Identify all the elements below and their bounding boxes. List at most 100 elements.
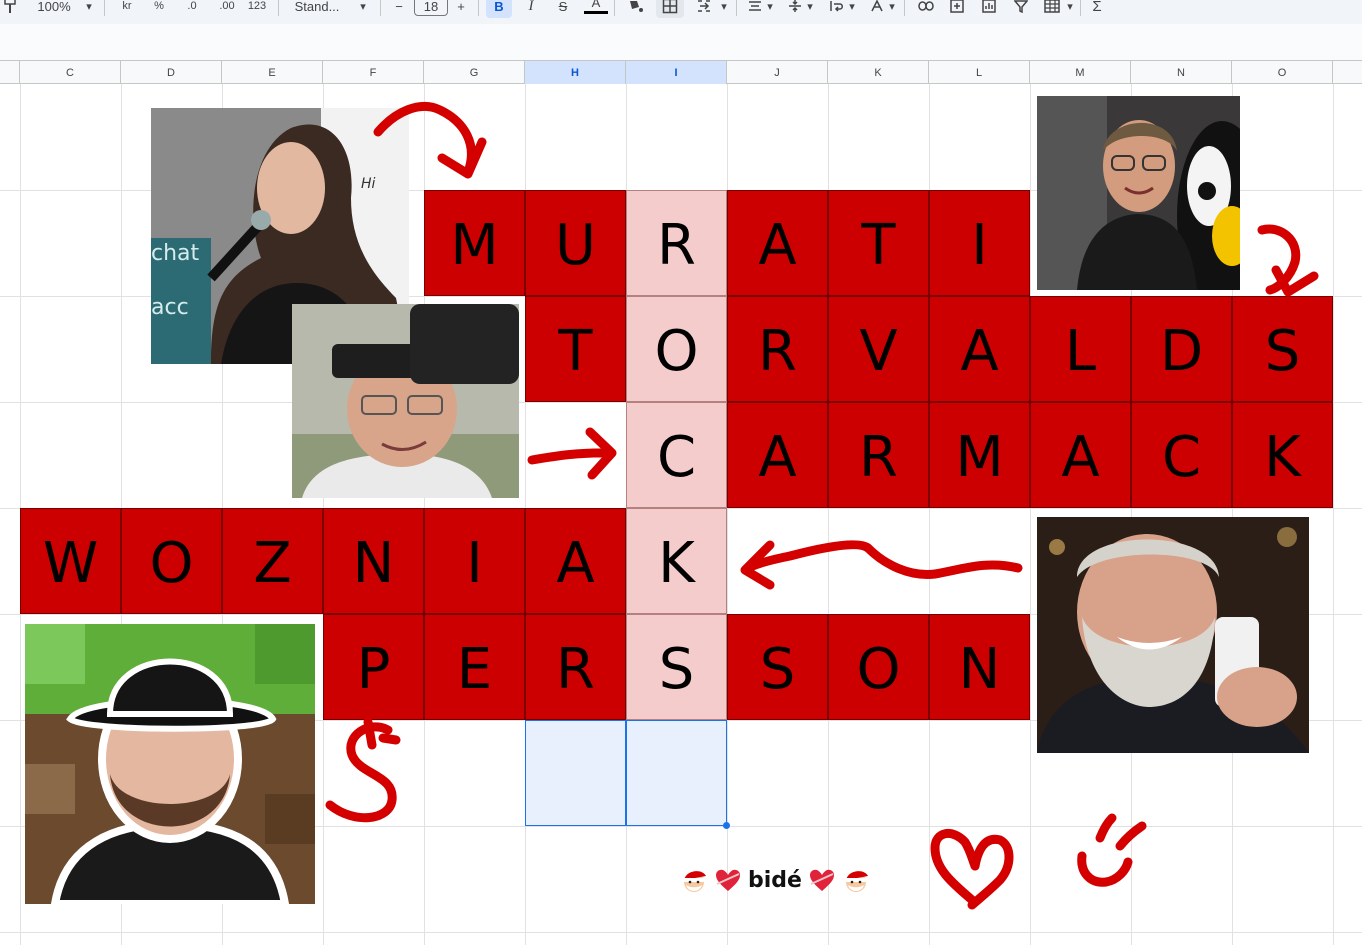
column-header-g[interactable]: G bbox=[424, 61, 525, 84]
column-header-h[interactable]: H bbox=[525, 61, 626, 84]
crossword-cell-wozniak-7[interactable]: K bbox=[626, 508, 727, 614]
insert-chart-icon[interactable] bbox=[978, 0, 1000, 18]
crossword-cell-torvalds-7[interactable]: D bbox=[1131, 296, 1232, 402]
crossword-cell-persson-5[interactable]: S bbox=[727, 614, 828, 720]
toolbar-divider bbox=[904, 0, 905, 16]
photo-overlay-text: chat bbox=[151, 241, 200, 266]
functions-button[interactable]: Σ bbox=[1086, 0, 1108, 18]
merge-cells-icon[interactable] bbox=[692, 0, 716, 18]
chevron-down-icon[interactable]: ▾ bbox=[718, 0, 730, 18]
filter-icon[interactable] bbox=[1010, 0, 1032, 18]
column-header-m[interactable]: M bbox=[1030, 61, 1131, 84]
column-header-j[interactable]: J bbox=[727, 61, 828, 84]
selected-cell[interactable] bbox=[525, 720, 626, 826]
column-header-l[interactable]: L bbox=[929, 61, 1030, 84]
italic-button[interactable]: I bbox=[520, 0, 542, 18]
crossword-cell-torvalds-1[interactable]: T bbox=[525, 296, 626, 402]
column-header-k[interactable]: K bbox=[828, 61, 929, 84]
fill-color-icon[interactable] bbox=[624, 0, 646, 18]
caption: bidé bbox=[680, 862, 870, 898]
crossword-cell-wozniak-3[interactable]: Z bbox=[222, 508, 323, 614]
crossword-cell-persson-2[interactable]: E bbox=[424, 614, 525, 720]
borders-icon[interactable] bbox=[656, 0, 684, 18]
column-header-d[interactable]: D bbox=[121, 61, 222, 84]
number-format-button[interactable]: 123 bbox=[244, 0, 270, 18]
crossword-cell-carmack-7[interactable]: K bbox=[1232, 402, 1333, 508]
crossword-cell-carmack-2[interactable]: A bbox=[727, 402, 828, 508]
chevron-down-icon[interactable]: ▾ bbox=[1064, 0, 1076, 18]
crossword-cell-wozniak-6[interactable]: A bbox=[525, 508, 626, 614]
crossword-cell-torvalds-4[interactable]: V bbox=[828, 296, 929, 402]
zoom-select[interactable]: 100% bbox=[34, 0, 74, 18]
photo-wozniak[interactable] bbox=[1037, 517, 1309, 753]
column-header-o[interactable]: O bbox=[1232, 61, 1333, 84]
text-wrap-icon[interactable] bbox=[826, 0, 848, 18]
percent-button[interactable]: % bbox=[148, 0, 170, 18]
align-vertical-icon[interactable] bbox=[784, 0, 806, 18]
crossword-cell-murati-6[interactable]: I bbox=[929, 190, 1030, 296]
text-rotation-icon[interactable] bbox=[866, 0, 888, 18]
chevron-down-icon[interactable]: ▾ bbox=[846, 0, 858, 18]
crossword-cell-persson-4[interactable]: S bbox=[626, 614, 727, 720]
crossword-cell-wozniak-1[interactable]: W bbox=[20, 508, 121, 614]
column-header-n[interactable]: N bbox=[1131, 61, 1232, 84]
currency-button[interactable]: kr bbox=[116, 0, 138, 18]
crossword-cell-persson-3[interactable]: R bbox=[525, 614, 626, 720]
crossword-cell-murati-4[interactable]: A bbox=[727, 190, 828, 296]
strikethrough-button[interactable]: S bbox=[552, 0, 574, 18]
crossword-cell-murati-1[interactable]: M bbox=[424, 190, 525, 296]
crossword-cell-wozniak-2[interactable]: O bbox=[121, 508, 222, 614]
chevron-down-icon[interactable]: ▾ bbox=[764, 0, 776, 18]
crossword-cell-torvalds-6[interactable]: L bbox=[1030, 296, 1131, 402]
column-header-b[interactable] bbox=[0, 61, 20, 84]
heart-icon bbox=[716, 869, 740, 891]
font-size-decrease-button[interactable]: − bbox=[390, 0, 408, 18]
crossword-cell-murati-3[interactable]: R bbox=[626, 190, 727, 296]
column-header-i[interactable]: I bbox=[626, 61, 727, 84]
crossword-cell-wozniak-5[interactable]: I bbox=[424, 508, 525, 614]
crossword-cell-persson-1[interactable]: P bbox=[323, 614, 424, 720]
heart-icon bbox=[809, 869, 834, 891]
column-header-f[interactable]: F bbox=[323, 61, 424, 84]
crossword-cell-carmack-4[interactable]: M bbox=[929, 402, 1030, 508]
chevron-down-icon[interactable]: ▾ bbox=[356, 0, 370, 18]
font-select[interactable]: Stand... bbox=[288, 0, 346, 18]
paint-format-icon[interactable] bbox=[2, 0, 20, 18]
crossword-cell-murati-5[interactable]: T bbox=[828, 190, 929, 296]
selected-cell[interactable] bbox=[626, 720, 727, 826]
decrease-decimals-button[interactable]: .0 bbox=[178, 0, 206, 18]
crossword-cell-murati-2[interactable]: U bbox=[525, 190, 626, 296]
insert-comment-icon[interactable] bbox=[946, 0, 968, 18]
crossword-cell-carmack-5[interactable]: A bbox=[1030, 402, 1131, 508]
photo-carmack[interactable] bbox=[292, 304, 519, 498]
crossword-cell-persson-6[interactable]: O bbox=[828, 614, 929, 720]
toolbar-divider bbox=[478, 0, 479, 16]
column-header-e[interactable]: E bbox=[222, 61, 323, 84]
crossword-cell-wozniak-4[interactable]: N bbox=[323, 508, 424, 614]
crossword-cell-torvalds-8[interactable]: S bbox=[1232, 296, 1333, 402]
toolbar-divider bbox=[380, 0, 381, 16]
chevron-down-icon[interactable]: ▾ bbox=[82, 0, 96, 18]
font-size-input[interactable]: 18 bbox=[414, 0, 448, 16]
fill-handle[interactable] bbox=[723, 822, 730, 829]
text-color-button[interactable]: A bbox=[584, 0, 608, 14]
crossword-cell-persson-7[interactable]: N bbox=[929, 614, 1030, 720]
column-headers: CDEFGHIJKLMNO bbox=[0, 60, 1362, 84]
bold-button[interactable]: B bbox=[486, 0, 512, 18]
column-header-c[interactable]: C bbox=[20, 61, 121, 84]
photo-torvalds[interactable] bbox=[1037, 96, 1240, 290]
crossword-cell-torvalds-5[interactable]: A bbox=[929, 296, 1030, 402]
chevron-down-icon[interactable]: ▾ bbox=[886, 0, 898, 18]
align-horizontal-icon[interactable] bbox=[744, 0, 766, 18]
crossword-cell-carmack-3[interactable]: R bbox=[828, 402, 929, 508]
font-size-increase-button[interactable]: + bbox=[452, 0, 470, 18]
increase-decimals-button[interactable]: .00 bbox=[212, 0, 242, 18]
crossword-cell-torvalds-3[interactable]: R bbox=[727, 296, 828, 402]
crossword-cell-carmack-1[interactable]: C bbox=[626, 402, 727, 508]
crossword-cell-torvalds-2[interactable]: O bbox=[626, 296, 727, 402]
link-icon[interactable] bbox=[914, 0, 938, 18]
photo-persson[interactable] bbox=[25, 624, 315, 904]
table-view-icon[interactable] bbox=[1040, 0, 1064, 18]
chevron-down-icon[interactable]: ▾ bbox=[804, 0, 816, 18]
crossword-cell-carmack-6[interactable]: C bbox=[1131, 402, 1232, 508]
